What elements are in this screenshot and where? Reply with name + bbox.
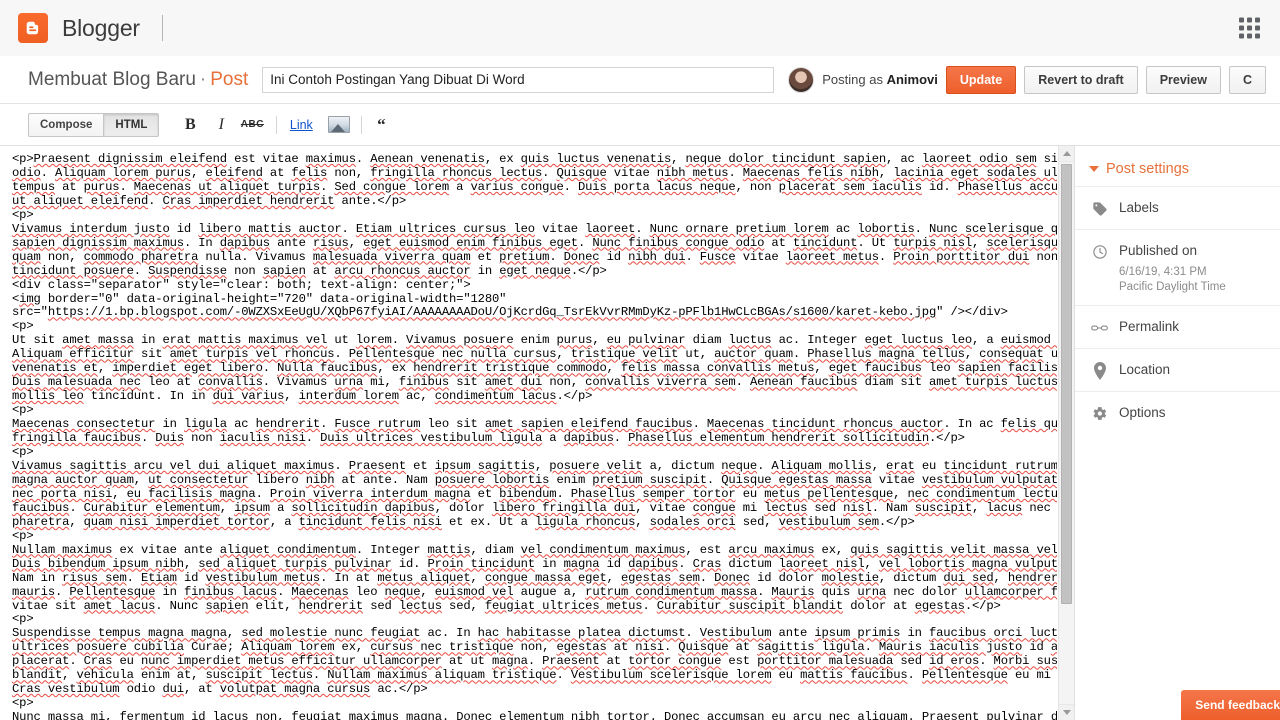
sidebar-item-options[interactable]: Options xyxy=(1075,391,1280,434)
link-chain-icon xyxy=(1091,319,1108,336)
scrollbar-thumb[interactable] xyxy=(1061,164,1072,604)
scroll-up-icon[interactable] xyxy=(1059,146,1074,162)
strikethrough-button[interactable]: ABC xyxy=(239,112,265,138)
sidebar-item-label: Permalink xyxy=(1119,319,1180,334)
update-button[interactable]: Update xyxy=(945,65,1017,94)
toolbar-divider-2 xyxy=(361,115,363,134)
post-header-bar: Membuat Blog Baru·Post Posting as Animov… xyxy=(0,56,1280,104)
post-settings-sidebar: Post settings Labels Published on 6/16/1… xyxy=(1075,146,1280,720)
label-tag-icon xyxy=(1091,200,1108,217)
brand-name: Blogger xyxy=(62,14,140,41)
breadcrumb-post-label: Post xyxy=(210,68,249,90)
post-settings-title: Post settings xyxy=(1106,161,1190,177)
breadcrumb-separator: · xyxy=(199,68,207,90)
account-name: Animovi xyxy=(886,72,938,87)
revert-to-draft-button[interactable]: Revert to draft xyxy=(1024,65,1138,94)
posting-as-label: Posting as Animovi xyxy=(822,72,938,87)
editor-mode-switch: Compose HTML xyxy=(28,112,160,137)
brand-divider xyxy=(161,15,163,41)
html-editor-panel: <p>Praesent dignissim eleifend est vitae… xyxy=(0,146,1075,720)
gear-icon xyxy=(1091,405,1108,422)
post-header-actions: Posting as Animovi Update Revert to draf… xyxy=(788,65,1266,94)
close-button[interactable]: C xyxy=(1228,65,1266,94)
location-pin-icon xyxy=(1091,361,1108,380)
editor-scrollbar[interactable] xyxy=(1058,146,1074,720)
sidebar-item-published-on[interactable]: Published on 6/16/19, 4:31 PM Pacific Da… xyxy=(1075,229,1280,305)
sidebar-item-label: Options xyxy=(1119,405,1166,420)
sidebar-item-permalink[interactable]: Permalink xyxy=(1075,305,1280,348)
italic-button[interactable]: I xyxy=(208,112,234,138)
posting-as-prefix: Posting as xyxy=(822,72,887,87)
editor-toolbar: Compose HTML B I ABC Link “ xyxy=(0,104,1280,146)
toolbar-divider-1 xyxy=(276,115,278,134)
preview-button[interactable]: Preview xyxy=(1145,65,1221,94)
top-brand-bar: Blogger xyxy=(0,0,1280,56)
scroll-down-icon[interactable] xyxy=(1059,704,1074,720)
insert-link-button[interactable]: Link xyxy=(285,112,317,138)
bold-button[interactable]: B xyxy=(177,112,203,138)
post-settings-header[interactable]: Post settings xyxy=(1075,156,1280,186)
sidebar-item-labels[interactable]: Labels xyxy=(1075,186,1280,229)
apps-grid-icon[interactable] xyxy=(1233,12,1266,45)
breadcrumb: Membuat Blog Baru · Post xyxy=(28,69,248,91)
sidebar-item-label: Labels xyxy=(1119,200,1159,215)
blogger-logo-icon[interactable] xyxy=(18,13,48,43)
breadcrumb-blog-name[interactable]: Membuat Blog Baru xyxy=(28,69,196,90)
published-on-value: 6/16/19, 4:31 PM Pacific Daylight Time xyxy=(1119,266,1226,293)
sidebar-item-label: Location xyxy=(1119,362,1171,377)
tab-compose[interactable]: Compose xyxy=(28,112,105,137)
html-source-textarea[interactable]: <p>Praesent dignissim eleifend est vitae… xyxy=(0,146,1057,720)
sidebar-item-label: Published on xyxy=(1119,243,1198,258)
main-area: <p>Praesent dignissim eleifend est vitae… xyxy=(0,146,1280,720)
sidebar-item-location[interactable]: Location xyxy=(1075,348,1280,391)
triangle-down-icon xyxy=(1089,166,1099,172)
blockquote-button[interactable]: “ xyxy=(368,112,394,138)
send-feedback-button[interactable]: Send feedback xyxy=(1181,690,1280,720)
clock-icon xyxy=(1091,243,1108,260)
tab-html[interactable]: HTML xyxy=(104,112,160,137)
insert-image-icon[interactable] xyxy=(328,116,351,133)
avatar[interactable] xyxy=(788,66,815,93)
post-title-input[interactable] xyxy=(262,66,775,93)
